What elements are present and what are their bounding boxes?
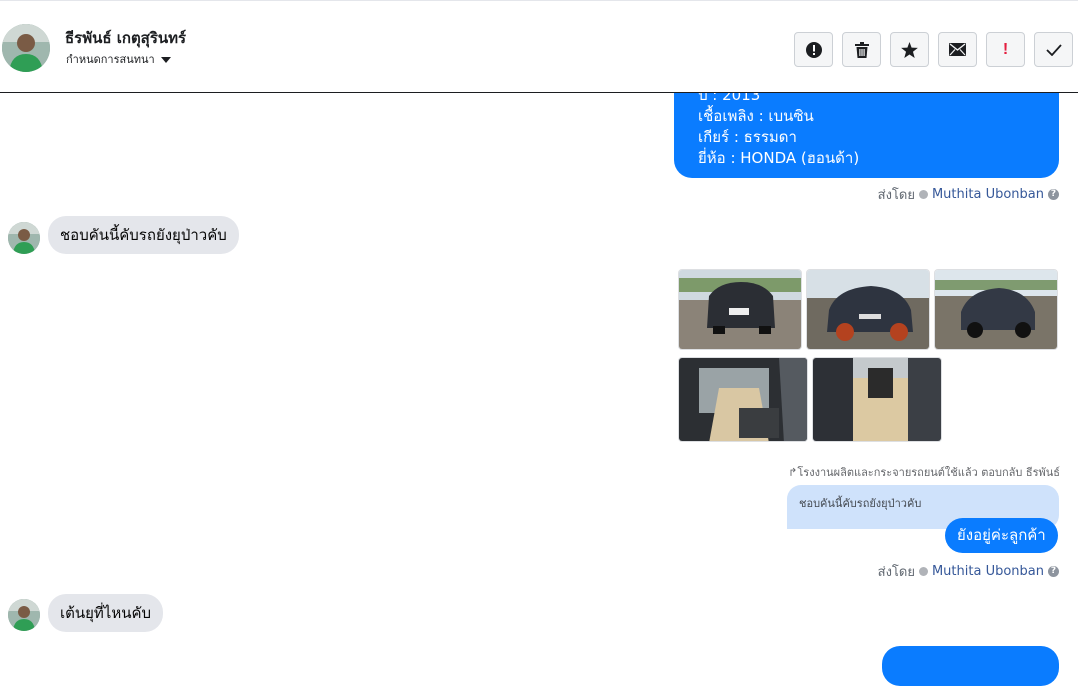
mark-done-button[interactable] [1034, 32, 1073, 67]
car-photo-interior-driver[interactable] [678, 357, 808, 442]
help-icon[interactable]: ? [1048, 189, 1059, 200]
conversation-thread: ปี : 2013 เชื้อเพลิง : เบนซิน เกียร์ : ธ… [0, 0, 1078, 686]
reply-note: ↱โรงงานผลิตและกระจายรถยนต์ใช้แล้ว ตอบกลั… [788, 463, 1060, 481]
reply-message-bubble[interactable]: ยังอยู่ค่ะลูกค้า [945, 518, 1058, 553]
envelope-icon [949, 43, 966, 56]
alert-circle-icon [805, 41, 822, 58]
conversation-settings-label: กำหนดการสนทนา [66, 53, 155, 66]
user-avatar[interactable] [2, 24, 50, 72]
incoming-message-bubble[interactable]: ชอบคันนี้คับรถยังยุป่าวคับ [48, 216, 239, 254]
conversation-header: ธีรพันธ์ เกตุสุรินทร์ กำหนดการสนทนา ! [0, 0, 1078, 93]
incoming-message-bubble[interactable]: เต้นยุที่ไหนคับ [48, 594, 164, 632]
spec-line-gear: เกียร์ : ธรรมดา [698, 128, 797, 146]
sent-by-label: ส่งโดย Muthita Ubonban ? [878, 184, 1059, 205]
sent-by-label-2: ส่งโดย Muthita Ubonban ? [878, 561, 1059, 582]
sender-avatar[interactable] [8, 599, 40, 631]
spam-button[interactable] [794, 32, 833, 67]
spec-line-fuel: เชื้อเพลิง : เบนซิน [698, 107, 814, 125]
important-button[interactable]: ! [986, 32, 1025, 67]
help-icon[interactable]: ? [1048, 566, 1059, 577]
spec-line-brand: ยี่ห้อ : HONDA (ฮอนด้า) [698, 149, 860, 167]
page-badge-icon [918, 567, 928, 576]
star-button[interactable] [890, 32, 929, 67]
car-photo-angle[interactable] [934, 269, 1058, 350]
car-photo-interior-passenger[interactable] [812, 357, 942, 442]
conversation-user-name[interactable]: ธีรพันธ์ เกตุสุรินทร์ [65, 26, 186, 50]
sent-by-prefix: ส่งโดย [877, 565, 915, 580]
car-photo-rear[interactable] [678, 269, 802, 350]
trash-icon [854, 41, 869, 58]
delete-button[interactable] [842, 32, 881, 67]
reply-arrow-icon: ↱ [788, 466, 798, 479]
sender-avatar[interactable] [8, 222, 40, 254]
sent-by-name[interactable]: Muthita Ubonban [932, 564, 1044, 579]
reply-note-text: โรงงานผลิตและกระจายรถยนต์ใช้แล้ว ตอบกลับ… [797, 466, 1060, 479]
conversation-settings-dropdown[interactable]: กำหนดการสนทนา [66, 50, 171, 68]
car-photo-front[interactable] [806, 269, 930, 350]
check-icon [1045, 43, 1062, 56]
mark-unread-button[interactable] [938, 32, 977, 67]
caret-down-icon [160, 57, 171, 63]
header-actions: ! [794, 32, 1073, 67]
exclamation-icon: ! [1002, 40, 1009, 58]
page-badge-icon [918, 190, 928, 199]
star-icon [901, 41, 918, 58]
sent-by-name[interactable]: Muthita Ubonban [932, 187, 1044, 202]
sent-by-prefix: ส่งโดย [877, 188, 915, 203]
outgoing-message-bubble[interactable] [882, 646, 1059, 686]
